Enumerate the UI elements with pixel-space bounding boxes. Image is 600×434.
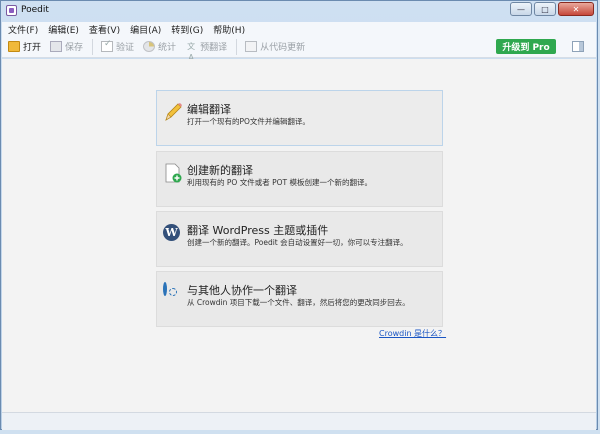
toolbar-divider — [92, 38, 94, 55]
sidebar-toggle-icon[interactable] — [572, 41, 584, 52]
card-description: 利用现有的 PO 文件或者 POT 模板创建一个新的翻译。 — [187, 178, 372, 187]
menu-file[interactable]: 文件(F) — [8, 23, 38, 36]
crowdin-help-link[interactable]: Crowdin 是什么？ — [379, 328, 446, 339]
validate-label: 验证 — [116, 43, 135, 53]
app-window: Poedit — □ ✕ 文件(F) 编辑(E) 查看(V) 编目(A) 转到(… — [0, 0, 598, 430]
title-bar: Poedit — □ ✕ — [1, 1, 597, 21]
save-icon — [50, 41, 63, 52]
stats-label: 统计 — [158, 43, 177, 53]
card-description: 创建一个新的翻译。Poedit 会自动设置好一切，你可以专注翻译。 — [187, 238, 408, 247]
card-title: 与其他人协作一个翻译 — [187, 284, 297, 297]
menu-bar: 文件(F) 编辑(E) 查看(V) 编目(A) 转到(G) 帮助(H) — [2, 22, 596, 36]
open-label: 打开 — [23, 43, 42, 53]
menu-edit[interactable]: 编辑(E) — [48, 23, 79, 36]
collaborate-card[interactable]: 与其他人协作一个翻译 从 Crowdin 项目下载一个文件、翻译，然后将您的更改… — [156, 271, 443, 327]
menu-catalog[interactable]: 编目(A) — [130, 23, 161, 36]
checkmark-icon — [101, 39, 114, 52]
menu-help[interactable]: 帮助(H) — [213, 23, 245, 36]
pretranslate-label: 预翻译 — [200, 43, 228, 53]
menu-goto[interactable]: 转到(G) — [171, 23, 203, 36]
stats-button[interactable]: 统计 — [143, 40, 176, 53]
validate-button[interactable]: 验证 — [101, 39, 135, 53]
refresh-source-icon — [245, 41, 258, 52]
window-title: Poedit — [21, 5, 49, 15]
toolbar: 打开 保存 验证 统计 文A 预翻译 从代码更新 升级到 Pro — [2, 36, 596, 62]
save-button[interactable]: 保存 — [50, 40, 83, 53]
translate-icon: 文A — [187, 42, 196, 62]
maximize-button[interactable]: □ — [534, 2, 556, 16]
upgrade-pro-button[interactable]: 升级到 Pro — [496, 39, 556, 54]
crowdin-icon — [163, 282, 183, 306]
toolbar-divider — [236, 38, 238, 55]
poedit-logo-icon — [6, 5, 17, 16]
create-translation-card[interactable]: 创建新的翻译 利用现有的 PO 文件或者 POT 模板创建一个新的翻译。 — [156, 151, 443, 207]
card-description: 从 Crowdin 项目下载一个文件、翻译，然后将您的更改同步回去。 — [187, 298, 410, 307]
folder-icon — [8, 41, 20, 52]
pretranslate-button[interactable]: 文A 预翻译 — [185, 40, 228, 62]
card-title: 编辑翻译 — [187, 103, 231, 116]
window-controls: — □ ✕ — [510, 2, 594, 16]
card-title: 创建新的翻译 — [187, 164, 253, 177]
menu-view[interactable]: 查看(V) — [89, 23, 120, 36]
update-from-code-button[interactable]: 从代码更新 — [245, 40, 305, 53]
card-title: 翻译 WordPress 主题或插件 — [187, 224, 329, 237]
pencil-icon — [163, 101, 183, 123]
status-bar — [2, 412, 596, 430]
edit-translation-card[interactable]: 编辑翻译 打开一个现有的PO文件并编辑翻译。 — [156, 90, 443, 146]
new-file-icon — [163, 162, 183, 184]
translate-wordpress-card[interactable]: W 翻译 WordPress 主题或插件 创建一个新的翻译。Poedit 会自动… — [156, 211, 443, 267]
close-button[interactable]: ✕ — [558, 2, 594, 16]
pie-chart-icon — [143, 41, 156, 52]
update-from-code-label: 从代码更新 — [260, 43, 306, 53]
card-description: 打开一个现有的PO文件并编辑翻译。 — [187, 117, 310, 126]
minimize-button[interactable]: — — [510, 2, 532, 16]
save-label: 保存 — [65, 43, 84, 53]
wordpress-icon: W — [163, 224, 183, 246]
open-button[interactable]: 打开 — [8, 40, 41, 53]
